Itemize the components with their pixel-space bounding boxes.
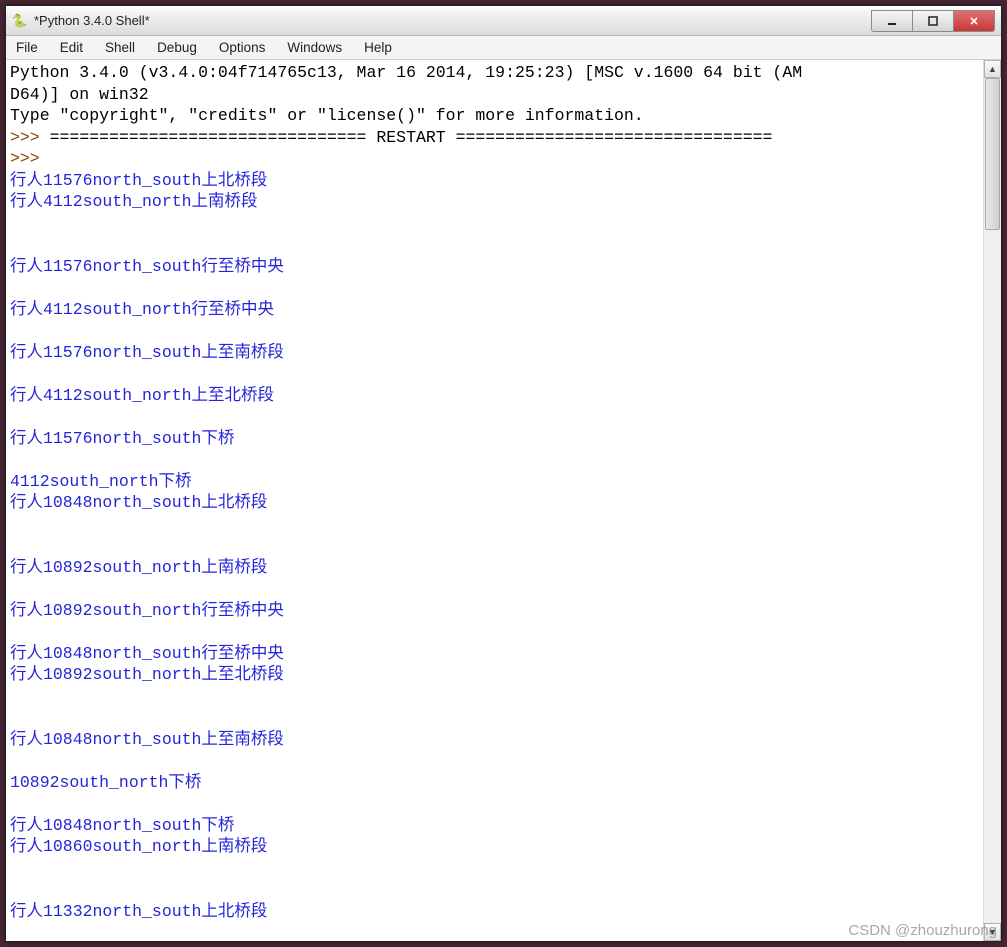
- menu-shell[interactable]: Shell: [101, 38, 139, 57]
- vertical-scrollbar[interactable]: ▲ ▼: [983, 60, 1001, 941]
- window-title: *Python 3.4.0 Shell*: [34, 13, 872, 28]
- menu-windows[interactable]: Windows: [283, 38, 346, 57]
- maximize-button[interactable]: [912, 10, 954, 32]
- content-area: Python 3.4.0 (v3.4.0:04f714765c13, Mar 1…: [6, 60, 1001, 941]
- menu-options[interactable]: Options: [215, 38, 270, 57]
- menu-help[interactable]: Help: [360, 38, 396, 57]
- app-window: 🐍 *Python 3.4.0 Shell* File Edit Shell D…: [5, 5, 1002, 942]
- window-controls: [872, 10, 995, 32]
- console-output[interactable]: Python 3.4.0 (v3.4.0:04f714765c13, Mar 1…: [6, 60, 983, 941]
- menu-debug[interactable]: Debug: [153, 38, 201, 57]
- python-icon: 🐍: [12, 13, 28, 29]
- minimize-button[interactable]: [871, 10, 913, 32]
- menu-bar: File Edit Shell Debug Options Windows He…: [6, 36, 1001, 60]
- scroll-up-arrow[interactable]: ▲: [984, 60, 1001, 78]
- scroll-thumb[interactable]: [985, 78, 1000, 230]
- scroll-down-arrow[interactable]: ▼: [984, 923, 1001, 941]
- title-bar[interactable]: 🐍 *Python 3.4.0 Shell*: [6, 6, 1001, 36]
- close-button[interactable]: [953, 10, 995, 32]
- menu-file[interactable]: File: [12, 38, 42, 57]
- menu-edit[interactable]: Edit: [56, 38, 87, 57]
- scroll-track[interactable]: [984, 78, 1001, 923]
